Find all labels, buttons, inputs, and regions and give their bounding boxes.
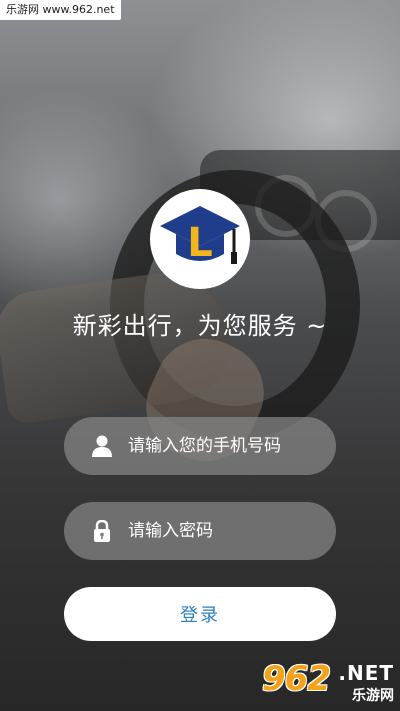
watermark-top: 乐游网 www.962.net bbox=[0, 0, 121, 20]
watermark-chinese: 乐游网 bbox=[352, 688, 394, 704]
slogan-text: 新彩出行，为您服务 ~ bbox=[72, 312, 328, 340]
login-button[interactable]: 登录 bbox=[64, 587, 336, 641]
phone-input[interactable] bbox=[126, 435, 330, 457]
logo-letter: L bbox=[187, 220, 213, 266]
watermark-number: 962 bbox=[262, 659, 331, 699]
password-input[interactable] bbox=[126, 520, 330, 542]
user-icon bbox=[92, 435, 112, 457]
graduation-cap-icon: L bbox=[160, 206, 240, 266]
watermark-bottom: 962 .NET 乐游网 bbox=[262, 659, 394, 705]
lock-icon bbox=[92, 520, 112, 542]
watermark-domain: .NET bbox=[338, 661, 394, 685]
phone-field[interactable] bbox=[64, 417, 336, 475]
password-field[interactable] bbox=[64, 502, 336, 560]
app-logo: L bbox=[150, 189, 250, 289]
